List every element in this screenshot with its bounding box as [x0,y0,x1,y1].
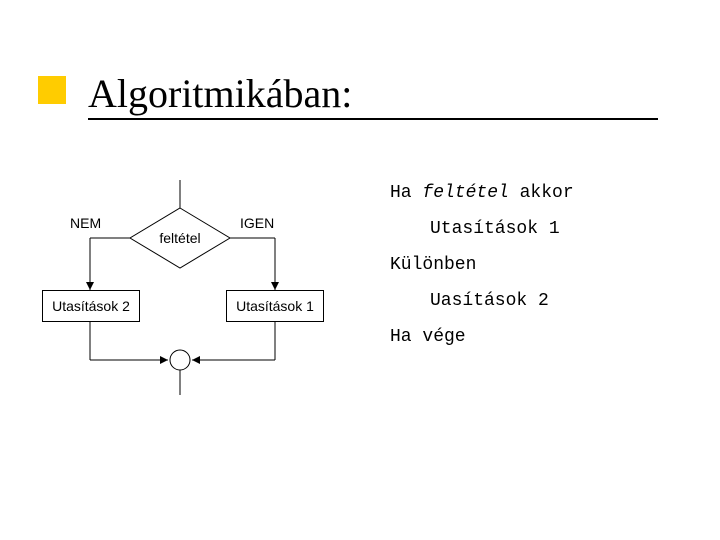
flowchart: feltétel NEM IGEN Utasítások 2 Utasításo… [50,170,350,450]
title-underline [88,118,658,120]
slide-title: Algoritmikában: [88,70,352,117]
title-bullet-square [38,76,66,104]
code-line-3: Különben [390,247,574,283]
code-line-5: Ha vége [390,319,574,355]
code-line-2: Utasítások 1 [390,211,574,247]
code-kw-akkor: akkor [509,183,574,203]
condition-label: feltétel [140,230,220,246]
code-kw-ha: Ha [390,183,422,203]
branch-label-no: NEM [70,215,101,231]
instructions-2-box: Utasítások 2 [42,290,140,322]
branch-label-yes: IGEN [240,215,274,231]
instructions-1-box: Utasítások 1 [226,290,324,322]
pseudocode: Ha feltétel akkor Utasítások 1 Különben … [390,175,574,355]
code-condition: feltétel [422,183,508,203]
code-line-1: Ha feltétel akkor [390,175,574,211]
code-line-4: Uasítások 2 [390,283,574,319]
